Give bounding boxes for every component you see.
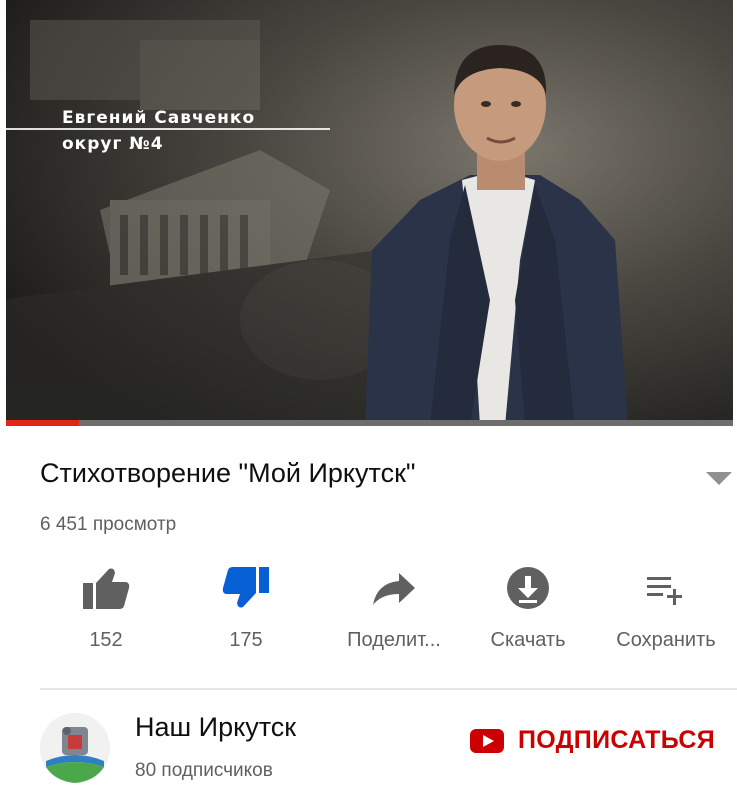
video-left-edge: [0, 0, 6, 426]
overlay-district: округ №4: [62, 134, 164, 154]
download-button[interactable]: Скачать: [458, 565, 598, 652]
dislike-button[interactable]: 175: [176, 565, 316, 652]
progress-bar[interactable]: [6, 420, 733, 426]
chevron-down-icon[interactable]: [704, 468, 734, 488]
view-count: 6 451 просмотр: [40, 514, 177, 535]
youtube-logo-icon: [470, 728, 504, 753]
subscriber-count: 80 подписчиков: [135, 760, 273, 781]
video-title: Стихотворение "Мой Иркутск": [40, 458, 416, 488]
like-button[interactable]: 152: [36, 565, 176, 652]
channel-avatar[interactable]: [40, 713, 110, 783]
subscribe-button[interactable]: ПОДПИСАТЬСЯ: [470, 726, 715, 755]
thumbs-up-icon: [83, 568, 130, 609]
like-count: 152: [89, 629, 123, 651]
channel-name[interactable]: Наш Иркутск: [135, 712, 296, 743]
dislike-count: 175: [229, 629, 263, 651]
save-label: Сохранить: [616, 629, 716, 651]
video-player[interactable]: Евгений Савченко округ №4: [0, 0, 737, 426]
channel-logo-icon: [40, 713, 110, 783]
download-icon: [507, 567, 549, 609]
action-bar: 152 175 Поделит... Скачать Сохранить: [40, 565, 737, 665]
share-button[interactable]: Поделит...: [324, 565, 464, 652]
overlay-underline: [6, 128, 330, 130]
save-button[interactable]: Сохранить: [596, 565, 736, 652]
playlist-add-icon: [647, 577, 682, 605]
thumbs-down-icon: [222, 567, 269, 608]
video-frame: [0, 0, 737, 426]
video-right-edge: [733, 0, 737, 426]
subscribe-label: ПОДПИСАТЬСЯ: [518, 726, 716, 754]
share-label: Поделит...: [347, 629, 441, 651]
share-icon: [373, 573, 415, 605]
progress-bar-fill: [6, 420, 79, 426]
divider: [40, 688, 737, 690]
download-label: Скачать: [490, 629, 566, 651]
overlay-speaker-name: Евгений Савченко: [62, 108, 256, 128]
